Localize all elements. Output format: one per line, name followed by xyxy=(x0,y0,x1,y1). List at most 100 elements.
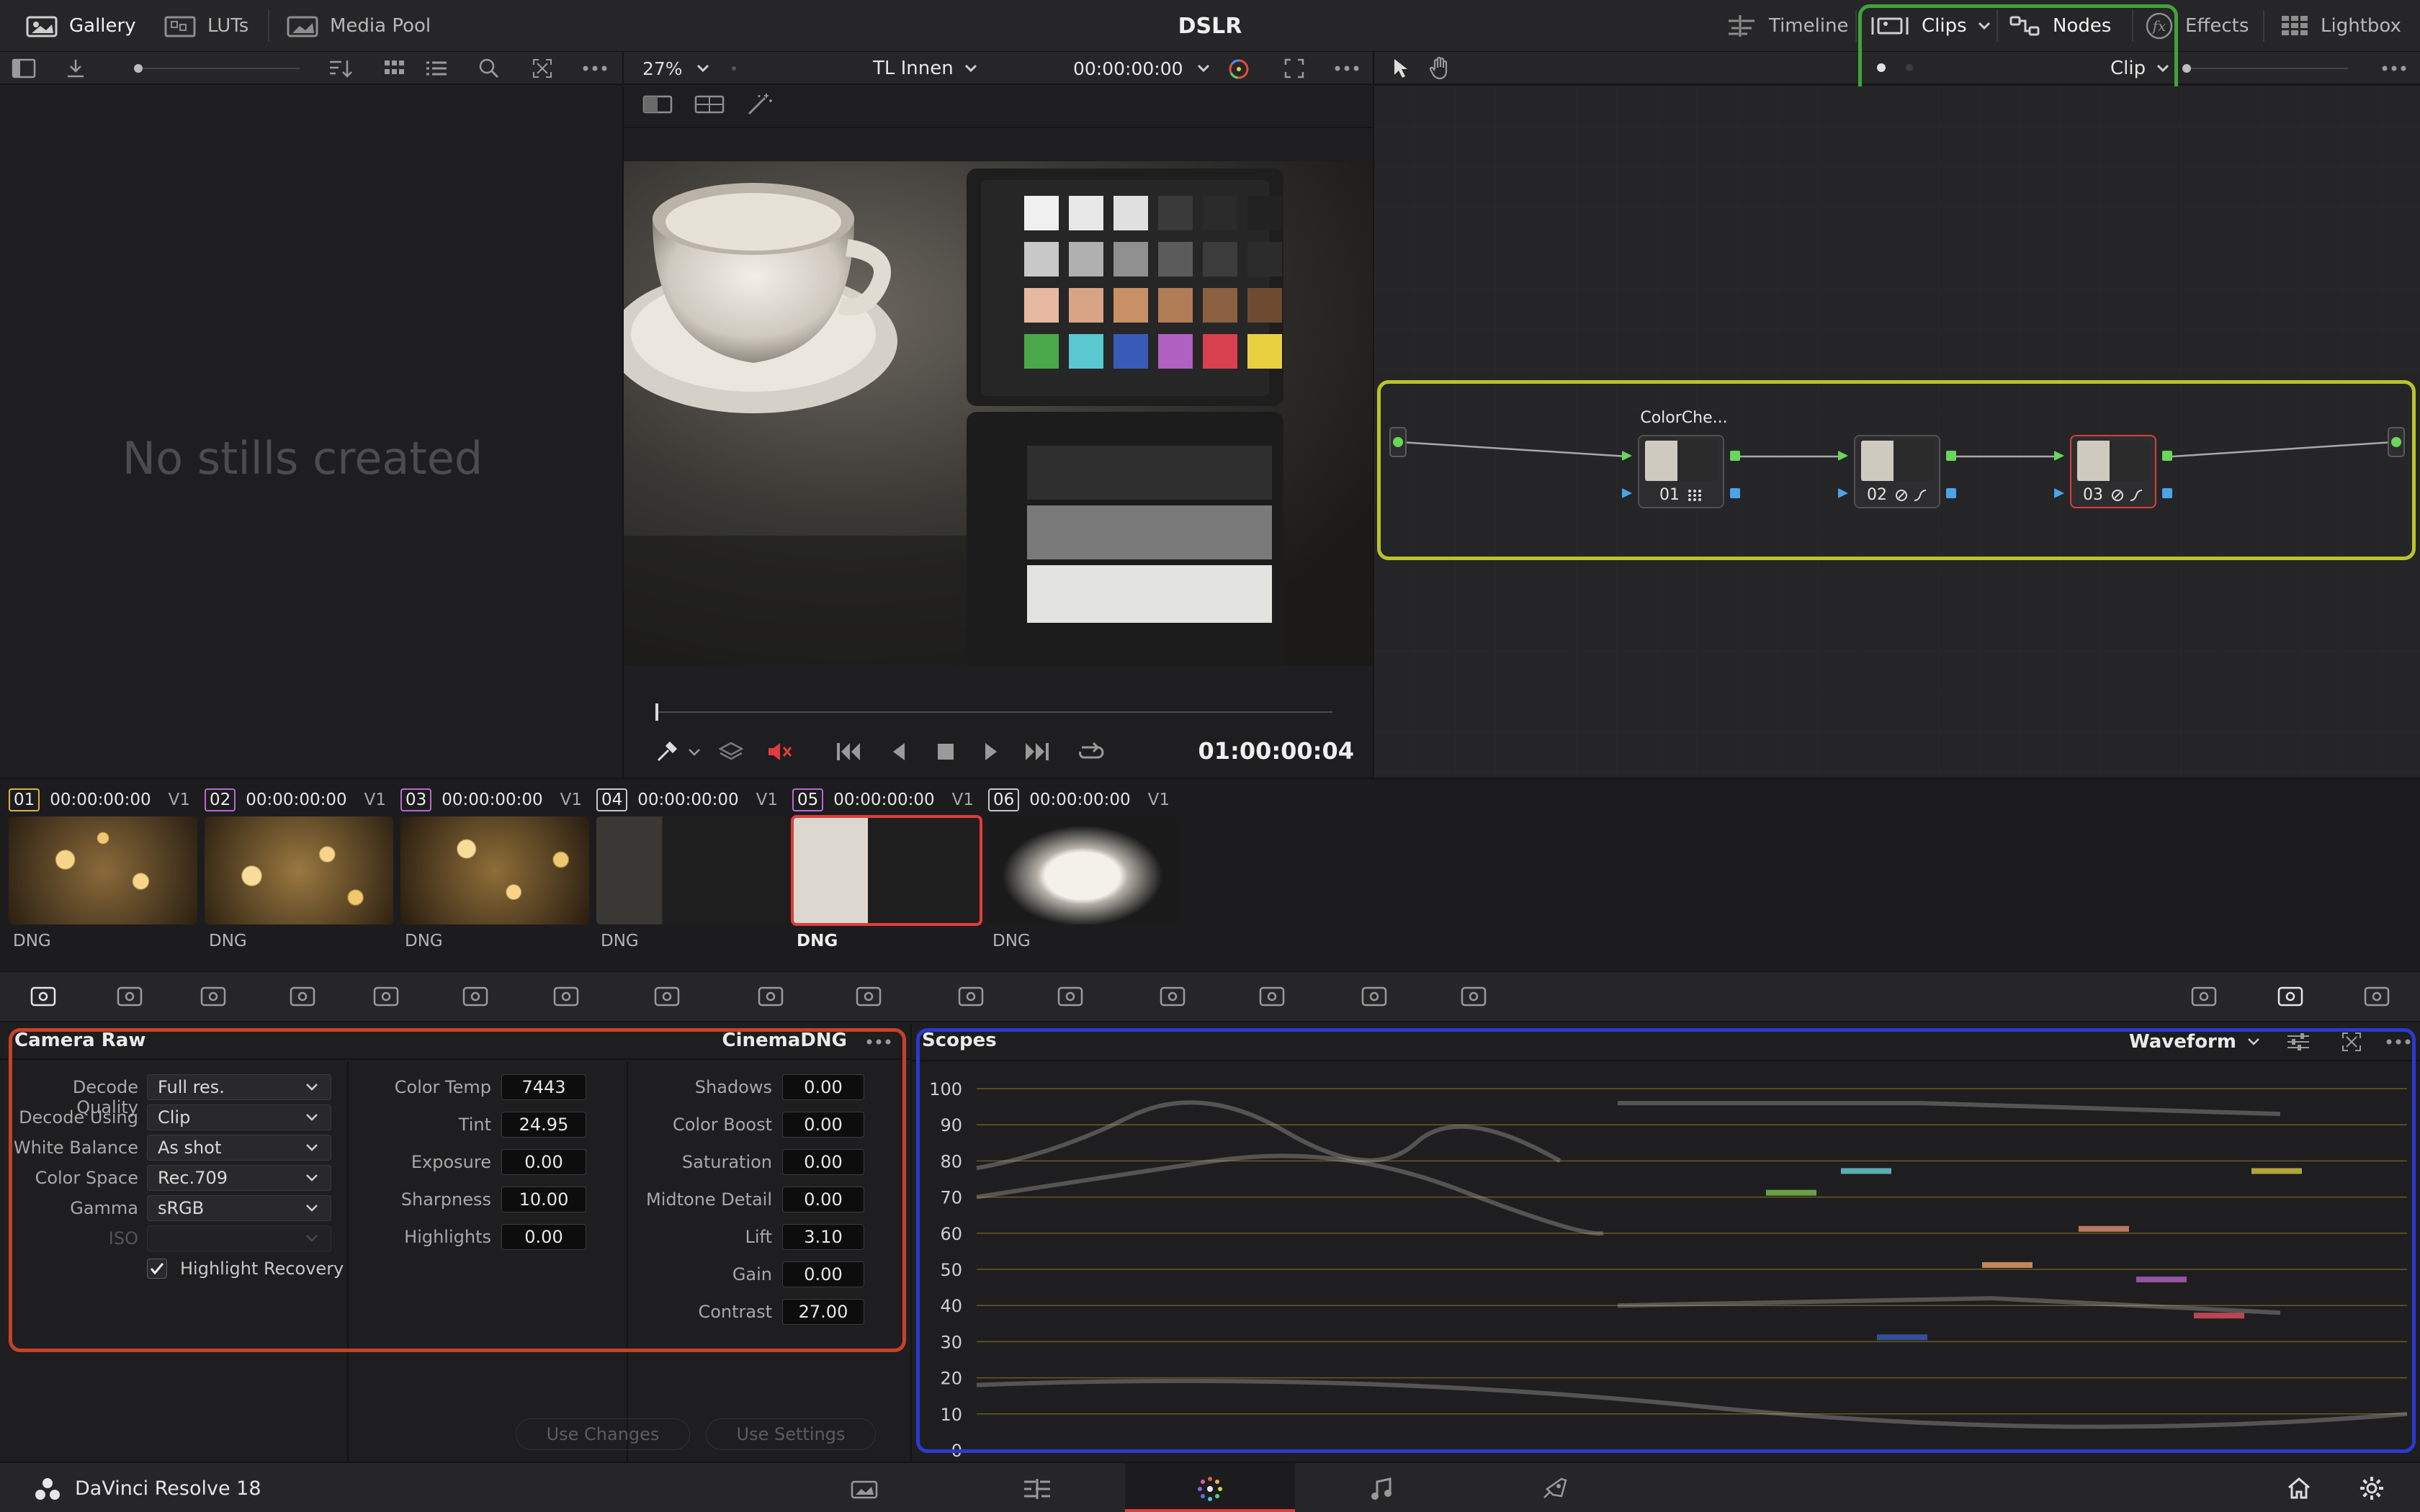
split-screen-icon[interactable] xyxy=(642,94,673,115)
stop-icon[interactable] xyxy=(935,740,956,763)
sort-icon[interactable] xyxy=(327,58,354,79)
midtone-detail-field[interactable]: 0.00 xyxy=(782,1187,864,1212)
loop-icon[interactable] xyxy=(1076,739,1105,765)
viewer-more-icon[interactable] xyxy=(1332,58,1361,79)
eyedropper-icon[interactable] xyxy=(655,740,678,763)
use-settings-button[interactable]: Use Settings xyxy=(706,1418,876,1450)
timeline-button[interactable]: Timeline xyxy=(1726,0,1849,52)
sharpness-field[interactable]: 10.00 xyxy=(501,1187,586,1212)
scope-icon[interactable] xyxy=(2269,975,2312,1018)
hdr-icon[interactable] xyxy=(281,975,324,1018)
grab-still-icon[interactable] xyxy=(65,58,86,79)
camera-raw-more-icon[interactable] xyxy=(864,1032,893,1051)
scrub-bar[interactable] xyxy=(657,711,1332,713)
gain-field[interactable]: 0.00 xyxy=(782,1261,864,1287)
effects-button[interactable]: fx Effects xyxy=(2145,0,2249,52)
node-mode-dropdown[interactable]: Clip xyxy=(2110,52,2170,85)
luts-button[interactable]: LUTs xyxy=(164,0,248,52)
curves-icon[interactable] xyxy=(544,975,588,1018)
fairlight-page-icon[interactable] xyxy=(1370,1476,1394,1502)
node-editor[interactable]: ColorChe... 01 02 03 xyxy=(1374,86,2420,778)
camera-raw-icon[interactable] xyxy=(22,975,65,1018)
rgb-mixer-icon[interactable] xyxy=(364,975,408,1018)
tracker-icon[interactable] xyxy=(949,975,992,1018)
search-icon[interactable] xyxy=(478,58,500,79)
highlights-field[interactable]: 0.00 xyxy=(501,1224,586,1250)
saturation-field[interactable]: 0.00 xyxy=(782,1149,864,1175)
exposure-field[interactable]: 0.00 xyxy=(501,1149,586,1175)
timeline-selector[interactable]: TL Innen xyxy=(873,52,978,85)
clip-item[interactable]: 03 00:00:00:00 V1 DNG xyxy=(400,785,589,950)
color-match-icon[interactable] xyxy=(108,975,151,1018)
hand-tool-icon[interactable] xyxy=(1429,56,1452,81)
decode-using-dropdown[interactable]: Clip xyxy=(147,1104,331,1130)
media-pool-button[interactable]: Media Pool xyxy=(287,0,431,52)
playhead[interactable] xyxy=(655,703,658,721)
viewer-expand-icon[interactable] xyxy=(1283,58,1305,79)
use-changes-button[interactable]: Use Changes xyxy=(516,1418,690,1450)
scope-expand-icon[interactable] xyxy=(2341,1031,2362,1053)
keyframes-icon[interactable] xyxy=(2182,975,2226,1018)
qualifier-icon[interactable] xyxy=(749,975,792,1018)
sizing-icon[interactable] xyxy=(1353,975,1396,1018)
chevron-down-icon[interactable] xyxy=(687,747,702,757)
layers-icon[interactable] xyxy=(719,740,743,763)
highlight-recovery-checkbox[interactable] xyxy=(147,1259,167,1279)
deliver-page-icon[interactable] xyxy=(1540,1476,1569,1502)
gamma-dropdown[interactable]: sRGB xyxy=(147,1195,331,1221)
settings-gear-icon[interactable] xyxy=(2358,1475,2385,1502)
clip-item[interactable]: 02 00:00:00:00 V1 DNG xyxy=(205,785,393,950)
clip-item[interactable]: 04 00:00:00:00 V1 DNG xyxy=(596,785,785,950)
gallery-button[interactable]: Gallery xyxy=(26,0,136,52)
color-boost-field[interactable]: 0.00 xyxy=(782,1112,864,1138)
node-02[interactable]: 02 xyxy=(1854,435,1940,508)
edit-page-icon[interactable] xyxy=(1021,1477,1053,1500)
magic-mask-icon[interactable] xyxy=(1049,975,1092,1018)
list-view-icon[interactable] xyxy=(425,58,448,79)
play-reverse-icon[interactable] xyxy=(889,740,909,763)
media-page-icon[interactable] xyxy=(850,1479,879,1500)
motion-effects-icon[interactable] xyxy=(454,975,497,1018)
node-more-icon[interactable] xyxy=(2380,58,2408,79)
zoom-dropdown[interactable]: 27% xyxy=(642,52,710,85)
skip-to-start-icon[interactable] xyxy=(834,740,863,763)
contrast-field[interactable]: 27.00 xyxy=(782,1299,864,1325)
shadows-field[interactable]: 0.00 xyxy=(782,1074,864,1100)
more-options-icon[interactable] xyxy=(581,58,609,79)
skip-to-end-icon[interactable] xyxy=(1023,740,1052,763)
clip-item[interactable]: 06 00:00:00:00 V1 DNG xyxy=(988,785,1177,950)
thumbnail-size-slider[interactable] xyxy=(134,64,300,73)
node-03[interactable]: 03 xyxy=(2070,435,2156,508)
home-icon[interactable] xyxy=(2286,1476,2312,1500)
grid-view-icon[interactable] xyxy=(383,58,406,79)
scope-more-icon[interactable] xyxy=(2384,1032,2413,1051)
clip-item[interactable]: 01 00:00:00:00 V1 DNG xyxy=(9,785,197,950)
node-zoom-slider[interactable] xyxy=(2182,64,2348,73)
blur-icon[interactable] xyxy=(1151,975,1194,1018)
clips-button[interactable]: Clips xyxy=(1870,0,1991,52)
color-wheels-icon[interactable] xyxy=(192,975,235,1018)
scope-type-dropdown[interactable]: Waveform xyxy=(2129,1024,2261,1060)
clip-item[interactable]: 05 00:00:00:00 V1 DNG xyxy=(791,785,982,950)
play-icon[interactable] xyxy=(981,740,1001,763)
nodes-button[interactable]: Nodes xyxy=(2009,0,2111,52)
scope-settings-icon[interactable] xyxy=(2286,1031,2311,1053)
node-01[interactable]: 01 xyxy=(1638,435,1724,508)
lift-field[interactable]: 3.10 xyxy=(782,1224,864,1250)
timecode-dropdown[interactable]: 00:00:00:00 xyxy=(1073,52,1211,85)
viewer-image[interactable] xyxy=(624,161,1373,665)
white-balance-dropdown[interactable]: As shot xyxy=(147,1135,331,1161)
mute-icon[interactable] xyxy=(766,740,794,763)
wipe-icon[interactable] xyxy=(694,94,725,115)
3d-icon[interactable] xyxy=(1452,975,1495,1018)
pointer-icon[interactable] xyxy=(1392,58,1410,79)
tint-field[interactable]: 24.95 xyxy=(501,1112,586,1138)
magic-wand-icon[interactable] xyxy=(746,92,775,117)
color-temp-field[interactable]: 7443 xyxy=(501,1074,586,1100)
window-icon[interactable] xyxy=(847,975,890,1018)
sidebar-toggle-icon[interactable] xyxy=(12,58,36,79)
color-warper-icon[interactable] xyxy=(645,975,689,1018)
info-icon[interactable] xyxy=(2355,975,2398,1018)
expand-icon[interactable] xyxy=(532,58,553,79)
key-icon[interactable] xyxy=(1250,975,1294,1018)
